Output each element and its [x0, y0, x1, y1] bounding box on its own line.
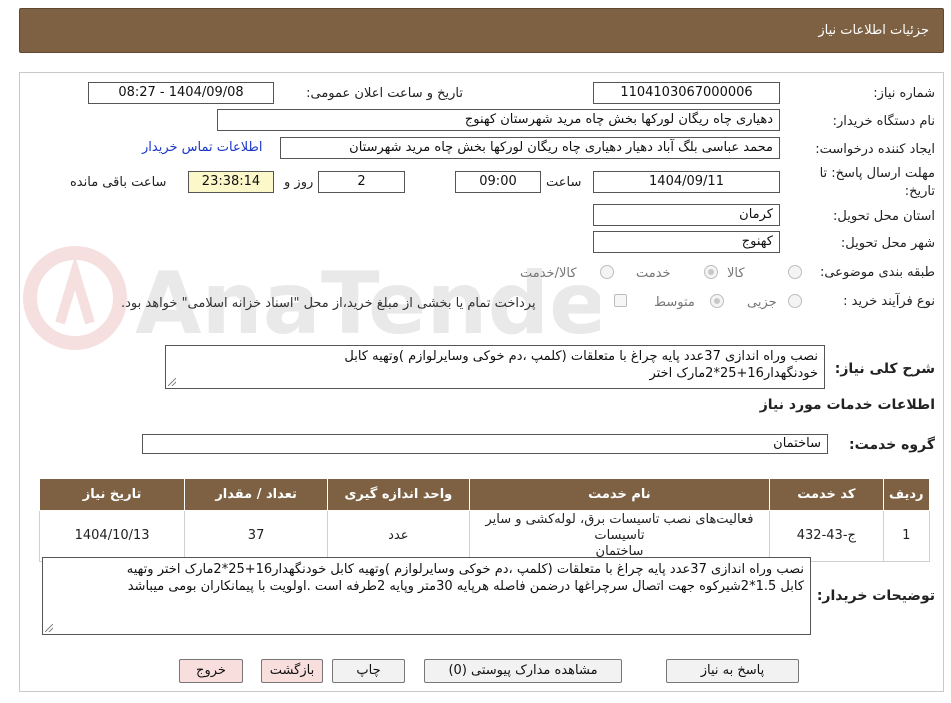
- process-option-medium: متوسط: [654, 295, 695, 310]
- table-row: 1 ج-43-432 فعالیت‌های نصب تاسیسات برق، ل…: [38, 510, 931, 562]
- announce-datetime-field: 1404/09/08 - 08:27: [88, 82, 274, 104]
- resize-grip-icon[interactable]: [168, 378, 176, 386]
- cell-unit: عدد: [327, 510, 470, 562]
- process-type-label: نوع فرآیند خرید :: [843, 294, 935, 309]
- province-label: استان محل تحویل:: [833, 209, 935, 224]
- general-description-textarea: نصب وراه اندازی 37عدد پایه چراغ با متعلق…: [165, 345, 825, 389]
- exit-button[interactable]: خروج: [179, 659, 243, 683]
- cell-name-line1: فعالیت‌های نصب تاسیسات برق، لوله‌کشی و س…: [485, 512, 754, 543]
- service-group-field: ساختمان: [142, 434, 828, 454]
- reply-button[interactable]: پاسخ به نیاز: [666, 659, 799, 683]
- need-number-field: 1104103067000006: [593, 82, 780, 104]
- cell-code: ج-43-432: [769, 510, 884, 562]
- general-description-line1: نصب وراه اندازی 37عدد پایه چراغ با متعلق…: [344, 349, 818, 364]
- city-label: شهر محل تحویل:: [840, 236, 935, 251]
- category-radio-service[interactable]: [704, 265, 718, 279]
- buyer-notes-line1: نصب وراه اندازی 37عدد پایه چراغ با متعلق…: [126, 562, 804, 577]
- requester-field: محمد عباسی بلگ آباد دهیار دهیاری چاه ریگ…: [280, 137, 780, 159]
- process-option-minor: جزیی: [747, 295, 777, 310]
- city-field: کهنوج: [593, 231, 780, 253]
- resize-grip-icon[interactable]: [45, 624, 53, 632]
- process-radio-minor[interactable]: [788, 294, 802, 308]
- category-option-service: خدمت: [636, 266, 671, 281]
- col-header-name: نام خدمت: [468, 478, 771, 511]
- col-header-code: کد خدمت: [769, 478, 884, 511]
- cell-date: 1404/10/13: [38, 510, 186, 562]
- province-field: کرمان: [593, 204, 780, 226]
- general-description-label: شرح کلی نیاز:: [834, 361, 935, 377]
- treasury-payment-checkbox[interactable]: [614, 294, 627, 307]
- col-header-unit: واحد اندازه گیری: [327, 478, 470, 511]
- print-button[interactable]: چاپ: [332, 659, 405, 683]
- cell-row: 1: [882, 510, 931, 562]
- page-title: جزئیات اطلاعات نیاز: [818, 23, 929, 38]
- deadline-label: مهلت ارسال پاسخ: تا: [819, 166, 935, 181]
- buyer-notes-label: توضیحات خریدار:: [816, 588, 935, 604]
- deadline-date-field: 1404/09/11: [593, 171, 780, 193]
- back-button[interactable]: بازگشت: [261, 659, 323, 683]
- general-description-line2: خودنگهدار16+25*2مارک اختر: [649, 366, 818, 381]
- buyer-org-field: دهیاری چاه ریگان لورکها بخش چاه مرید شهر…: [217, 109, 780, 131]
- deadline-days-field: 2: [318, 171, 405, 193]
- remaining-time-label: ساعت باقی مانده: [70, 175, 167, 190]
- cell-quantity: 37: [184, 510, 328, 562]
- services-section-title: اطلاعات خدمات مورد نیاز: [759, 397, 935, 413]
- category-label: طبقه بندی موضوعی:: [819, 265, 935, 280]
- deadline-time-field: 09:00: [455, 171, 541, 193]
- deadline-time-label: ساعت: [546, 175, 582, 190]
- deadline-label-line2: تاریخ:: [904, 184, 935, 199]
- buyer-contact-link[interactable]: اطلاعات تماس خریدار: [142, 140, 262, 155]
- attachments-button[interactable]: مشاهده مدارک پیوستی (0): [424, 659, 622, 683]
- category-option-goods: کالا: [727, 266, 745, 281]
- deadline-days-label: روز و: [284, 175, 314, 190]
- services-table-header: ردیف کد خدمت نام خدمت واحد اندازه گیری ت…: [38, 478, 931, 511]
- requester-label: ایجاد کننده درخواست:: [815, 142, 935, 157]
- col-header-quantity: تعداد / مقدار: [184, 478, 328, 511]
- treasury-payment-note: پرداخت تمام یا بخشی از مبلغ خرید،از محل …: [121, 296, 536, 311]
- category-radio-goods-service[interactable]: [600, 265, 614, 279]
- category-radio-goods[interactable]: [788, 265, 802, 279]
- cell-name: فعالیت‌های نصب تاسیسات برق، لوله‌کشی و س…: [468, 510, 771, 562]
- col-header-row: ردیف: [882, 478, 931, 511]
- process-radio-medium[interactable]: [710, 294, 724, 308]
- remaining-time-field: 23:38:14: [188, 171, 274, 193]
- buyer-notes-textarea: نصب وراه اندازی 37عدد پایه چراغ با متعلق…: [42, 557, 811, 635]
- service-group-label: گروه خدمت:: [849, 437, 935, 453]
- category-option-goods-service: کالا/خدمت: [520, 266, 577, 281]
- services-table: ردیف کد خدمت نام خدمت واحد اندازه گیری ت…: [38, 478, 931, 562]
- buyer-notes-line2: کابل 1.5*2شیرکوه جهت اتصال سرچراغها درضم…: [127, 579, 804, 594]
- col-header-date: تاریخ نیاز: [38, 478, 186, 511]
- need-number-label: شماره نیاز:: [873, 86, 935, 101]
- announce-datetime-label: تاریخ و ساعت اعلان عمومی:: [306, 86, 463, 101]
- buyer-org-label: نام دستگاه خریدار:: [832, 114, 935, 129]
- page-header: جزئیات اطلاعات نیاز: [19, 8, 944, 53]
